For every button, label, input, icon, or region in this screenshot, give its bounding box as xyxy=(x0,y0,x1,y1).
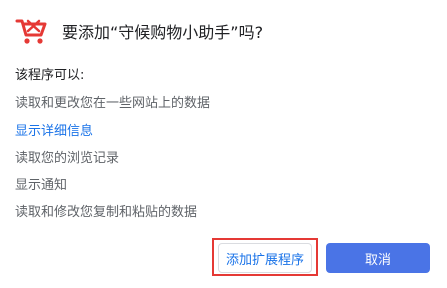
shopping-cart-icon xyxy=(15,16,47,46)
permission-item-clipboard: 读取和修改您复制和粘贴的数据 xyxy=(15,205,198,220)
permission-item-notifications: 显示通知 xyxy=(15,178,68,193)
permissions-heading: 该程序可以: xyxy=(15,68,85,83)
permission-item-site-data: 读取和更改您在一些网站上的数据 xyxy=(15,96,211,111)
dialog-header: 要添加“守候购物小助手”吗? xyxy=(15,16,263,46)
extension-install-dialog: 要添加“守候购物小助手”吗? 该程序可以: 读取和更改您在一些网站上的数据 显示… xyxy=(0,0,447,288)
permission-item-history: 读取您的浏览记录 xyxy=(15,151,120,166)
add-extension-button[interactable]: 添加扩展程序 xyxy=(218,243,312,273)
show-details-link[interactable]: 显示详细信息 xyxy=(15,120,93,139)
cancel-button[interactable]: 取消 xyxy=(326,243,430,273)
dialog-title: 要添加“守候购物小助手”吗? xyxy=(62,23,264,42)
